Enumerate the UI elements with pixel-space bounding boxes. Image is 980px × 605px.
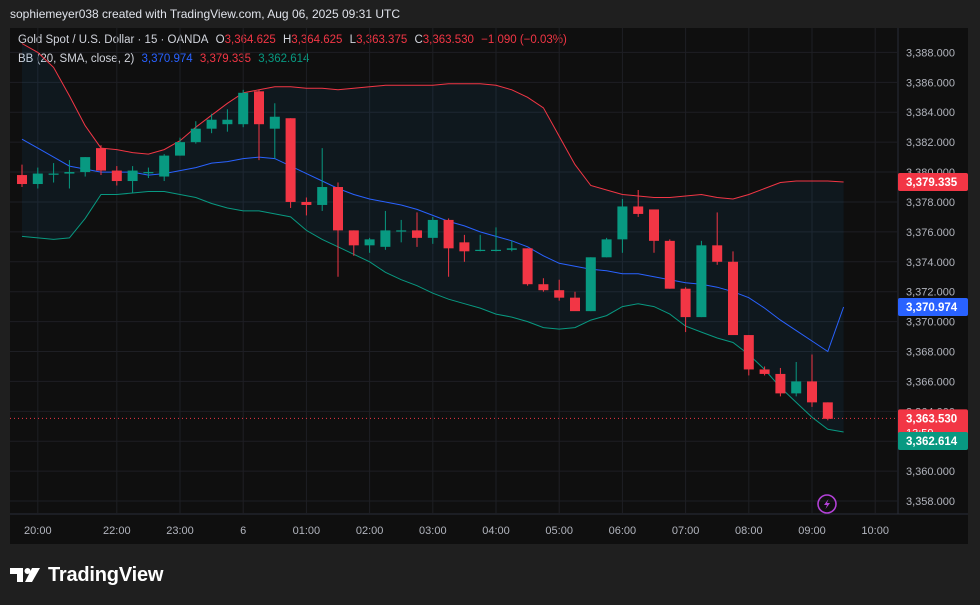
candle-body [254, 91, 264, 125]
candle-body [680, 288, 691, 318]
candle-body [348, 230, 359, 246]
candle-body [649, 209, 659, 241]
candle-body [617, 206, 628, 240]
candle-body [743, 335, 754, 370]
candle-body [127, 170, 138, 182]
x-tick-label: 10:00 [861, 525, 889, 537]
y-tick-label: 3,388.000 [906, 47, 955, 59]
candle-body [412, 230, 422, 238]
candle-body [396, 230, 407, 232]
x-tick-label: 02:00 [356, 525, 384, 537]
candle-body [585, 257, 596, 312]
x-tick-label: 01:00 [293, 525, 321, 537]
candle-body [427, 219, 438, 238]
last-price-tag: 3,363.530 [906, 413, 957, 425]
alert-icon[interactable] [817, 494, 837, 514]
x-tick-label: 6 [240, 525, 246, 537]
candle-body [664, 240, 675, 289]
candle-body [554, 290, 565, 298]
y-tick-label: 3,384.000 [906, 107, 955, 119]
x-tick-label: 05:00 [545, 525, 573, 537]
candle-body [80, 157, 91, 173]
candle-body [175, 142, 185, 156]
x-tick-label: 08:00 [735, 525, 763, 537]
candle-body [633, 206, 644, 214]
tradingview-logo: TradingView [10, 560, 163, 590]
candle-body [491, 249, 501, 252]
basis-tag: 3,370.974 [906, 302, 958, 314]
candle-body [269, 116, 280, 129]
y-tick-label: 3,378.000 [906, 197, 955, 209]
y-tick-label: 3,368.000 [906, 347, 955, 359]
candle-body [522, 248, 533, 285]
chart-panel[interactable]: Gold Spot / U.S. Dollar · 15 · OANDA O3,… [10, 28, 968, 544]
y-tick-label: 3,374.000 [906, 257, 955, 269]
brand-name: TradingView [48, 563, 164, 586]
candle-body [728, 261, 738, 336]
candle-body [538, 284, 549, 291]
y-tick-label: 3,382.000 [906, 137, 955, 149]
x-tick-label: 22:00 [103, 525, 131, 537]
candle-body [791, 381, 802, 394]
candle-body [64, 172, 75, 174]
y-tick-label: 3,366.000 [906, 376, 955, 388]
candle-body [301, 201, 312, 205]
candle-body [143, 172, 154, 174]
candle-body [285, 118, 296, 202]
candle-body [775, 373, 786, 394]
y-tick-label: 3,372.000 [906, 287, 955, 299]
tv-logo-icon [10, 568, 40, 582]
candle-body [159, 155, 170, 177]
x-tick-label: 06:00 [609, 525, 637, 537]
x-tick-label: 20:00 [24, 525, 52, 537]
candle-body [238, 92, 249, 125]
candle-body [96, 148, 106, 171]
candle-body [48, 173, 59, 175]
watermark-text: sophiemeyer038 created with TradingView.… [10, 7, 401, 21]
x-tick-label: 03:00 [419, 525, 447, 537]
candle-body [32, 173, 43, 185]
candle-body [17, 175, 27, 185]
lower-band-tag: 3,362.614 [906, 436, 958, 448]
candle-body [443, 219, 454, 249]
candle-body [601, 239, 612, 258]
upper-band-tag: 3,379.335 [906, 177, 958, 189]
candle-body [807, 381, 817, 403]
candle-body [759, 369, 770, 374]
y-tick-label: 3,358.000 [906, 496, 955, 508]
candle-body [822, 402, 833, 419]
candle-body [333, 187, 343, 231]
candle-body [712, 245, 723, 262]
y-tick-label: 3,360.000 [906, 466, 955, 478]
candle-body [380, 230, 391, 247]
candle-body [475, 249, 486, 252]
x-tick-label: 04:00 [482, 525, 510, 537]
y-tick-label: 3,376.000 [906, 227, 955, 239]
candle-body [459, 242, 470, 252]
x-tick-label: 09:00 [798, 525, 826, 537]
candle-body [317, 187, 328, 205]
y-tick-label: 3,386.000 [906, 77, 955, 89]
candle-body [364, 239, 375, 246]
x-tick-label: 07:00 [672, 525, 700, 537]
candle-body [696, 245, 707, 318]
candle-body [111, 170, 122, 182]
candle-body [570, 297, 580, 312]
x-tick-label: 23:00 [166, 525, 194, 537]
y-tick-label: 3,370.000 [906, 317, 955, 329]
candle-body [222, 119, 233, 125]
candle-body [206, 119, 217, 129]
candle-body [190, 128, 201, 143]
price-chart[interactable]: 3,358.0003,360.0003,362.0003,364.0003,36… [10, 28, 968, 544]
candle-body [506, 248, 517, 250]
